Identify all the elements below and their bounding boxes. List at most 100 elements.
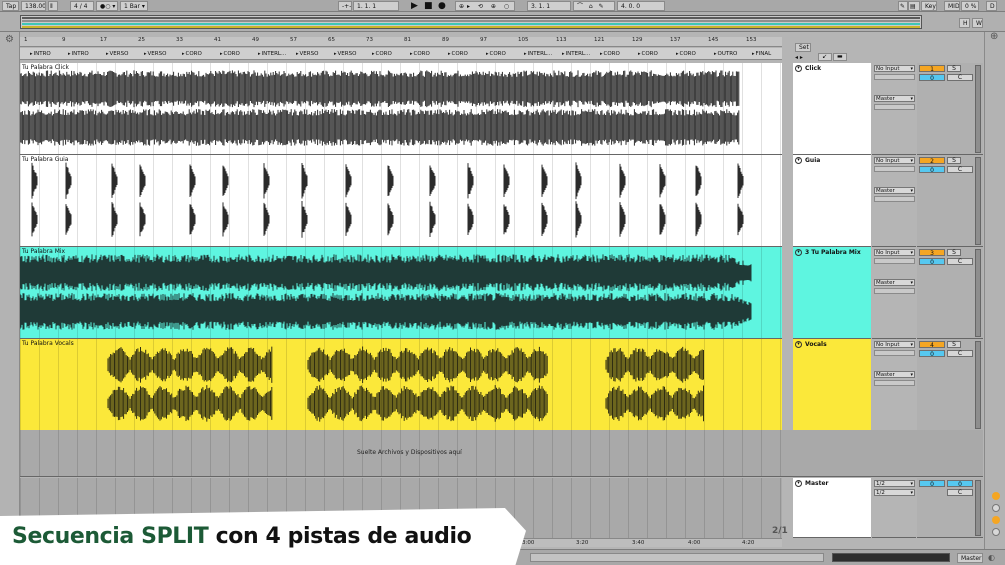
- locator-intro[interactable]: INTRO: [68, 50, 89, 58]
- metronome-button[interactable]: ●○ ▾: [96, 1, 118, 11]
- track-header-3[interactable]: ▾ 3 Tu Palabra Mix: [793, 247, 871, 339]
- locator-coro[interactable]: CORO: [676, 50, 696, 58]
- return-toggle-icon[interactable]: [992, 516, 1000, 524]
- input-channel-select[interactable]: [874, 258, 915, 264]
- overview-track[interactable]: [20, 15, 922, 29]
- output-channel-select[interactable]: [874, 288, 915, 294]
- fold-icon[interactable]: ▾: [795, 157, 802, 164]
- locator-coro[interactable]: CORO: [448, 50, 468, 58]
- input-channel-select[interactable]: [874, 74, 915, 80]
- locator-interl[interactable]: INTERL...: [524, 50, 553, 58]
- locator-coro[interactable]: CORO: [220, 50, 240, 58]
- loop-controls[interactable]: ⌒ ⌂ ✎: [573, 1, 615, 11]
- input-channel-select[interactable]: [874, 166, 915, 172]
- help-icon[interactable]: ◐: [988, 553, 995, 563]
- automation-controls[interactable]: ⊕▸ ⟲ ⊕ ○: [455, 1, 515, 11]
- key-map-button[interactable]: Key: [921, 1, 937, 11]
- quantize-menu[interactable]: 1 Bar ▾: [120, 1, 148, 11]
- output-select[interactable]: Master: [874, 371, 915, 378]
- master-value-b[interactable]: 0: [947, 480, 973, 488]
- master-input-1[interactable]: 1/2: [874, 480, 915, 487]
- locator-coro[interactable]: CORO: [182, 50, 202, 58]
- arrangement-overview[interactable]: H W: [0, 12, 1005, 32]
- locator-interl[interactable]: INTERL...: [258, 50, 287, 58]
- locator-intro[interactable]: INTRO: [30, 50, 51, 58]
- locator-coro[interactable]: CORO: [372, 50, 392, 58]
- input-select[interactable]: No Input: [874, 65, 915, 72]
- locator-verso[interactable]: VERSO: [144, 50, 167, 58]
- input-channel-select[interactable]: [874, 350, 915, 356]
- cue-button[interactable]: C: [947, 166, 973, 173]
- input-select[interactable]: No Input: [874, 157, 915, 164]
- track-activator[interactable]: 1: [919, 65, 945, 73]
- tempo-field[interactable]: 138.00: [21, 1, 46, 11]
- clip-lane-1[interactable]: Tu Palabra Click: [20, 63, 782, 155]
- track-name[interactable]: 3 Tu Palabra Mix: [805, 249, 861, 256]
- locator-final[interactable]: FINAL: [752, 50, 772, 58]
- loop-length-field[interactable]: 4. 0. 0: [617, 1, 665, 11]
- stop-icon[interactable]: ■: [424, 1, 433, 11]
- locator-coro[interactable]: CORO: [638, 50, 658, 58]
- time-signature-field[interactable]: 4 / 4: [70, 1, 94, 11]
- locator-verso[interactable]: VERSO: [106, 50, 129, 58]
- h-button[interactable]: H: [959, 18, 970, 28]
- locator-coro[interactable]: CORO: [410, 50, 430, 58]
- draw-icon[interactable]: ↙: [818, 53, 832, 61]
- cue-button[interactable]: C: [947, 258, 973, 265]
- output-channel-select[interactable]: [874, 196, 915, 202]
- w-button[interactable]: W: [972, 18, 983, 28]
- track-name[interactable]: Vocals: [805, 341, 827, 348]
- solo-button[interactable]: S: [947, 341, 961, 348]
- track-header-2[interactable]: ▾ Guia: [793, 155, 871, 247]
- fold-icon[interactable]: ▾: [795, 65, 802, 72]
- master-cue-button[interactable]: C: [947, 489, 973, 496]
- cue-button[interactable]: C: [947, 350, 973, 357]
- track-activator[interactable]: 4: [919, 341, 945, 349]
- track-activator[interactable]: 2: [919, 157, 945, 165]
- drop-area[interactable]: Suelte Archivos y Dispositivos aquí: [20, 430, 983, 477]
- locator-nav-icon[interactable]: ◂ ▸: [795, 53, 803, 63]
- input-select[interactable]: No Input: [874, 341, 915, 348]
- midi-map-button[interactable]: MIDI: [944, 1, 960, 11]
- set-locator-button[interactable]: Set: [795, 43, 811, 52]
- locator-coro[interactable]: CORO: [486, 50, 506, 58]
- track-header-1[interactable]: ▾ Click: [793, 63, 871, 155]
- solo-button[interactable]: S: [947, 249, 961, 256]
- master-value-a[interactable]: 0: [919, 480, 945, 488]
- locator-lane[interactable]: INTRO INTRO VERSO VERSO CORO CORO INTERL... VER…: [20, 48, 782, 60]
- output-select[interactable]: Master: [874, 187, 915, 194]
- locator-coro[interactable]: CORO: [600, 50, 620, 58]
- locator-verso[interactable]: VERSO: [334, 50, 357, 58]
- loop-start-field[interactable]: 3. 1. 1: [527, 1, 571, 11]
- solo-button[interactable]: S: [947, 157, 961, 164]
- play-icon[interactable]: ▶: [411, 1, 418, 11]
- clip-lane-4[interactable]: Tu Palabra Vocals: [20, 339, 782, 431]
- vertical-scrollbar[interactable]: ⊕: [984, 32, 1005, 549]
- clip-lane-2[interactable]: Tu Palabra Guia: [20, 155, 782, 247]
- fold-icon[interactable]: ▾: [795, 341, 802, 348]
- track-value[interactable]: 0: [919, 166, 945, 174]
- cue-button[interactable]: C: [947, 74, 973, 81]
- horizontal-scrollbar[interactable]: [530, 553, 824, 562]
- track-value[interactable]: 0: [919, 350, 945, 358]
- master-input-2[interactable]: 1/2: [874, 489, 915, 496]
- locator-interl[interactable]: INTERL...: [562, 50, 591, 58]
- track-value[interactable]: 0: [919, 258, 945, 266]
- follow-icon[interactable]: -+-: [338, 1, 352, 11]
- master-track-button[interactable]: Master: [957, 553, 983, 563]
- sends-toggle-icon[interactable]: [992, 504, 1000, 512]
- locator-verso[interactable]: VERSO: [296, 50, 319, 58]
- arrangement-position-field[interactable]: 1. 1. 1: [353, 1, 399, 11]
- track-header-4[interactable]: ▾ Vocals: [793, 339, 871, 431]
- browse-icon[interactable]: ▤: [908, 1, 920, 11]
- pencil-icon[interactable]: ✎: [898, 1, 908, 11]
- master-header[interactable]: ▾ Master: [793, 478, 871, 538]
- fold-icon[interactable]: ▬: [833, 53, 847, 61]
- output-select[interactable]: Master: [874, 95, 915, 102]
- io-toggle-icon[interactable]: [992, 492, 1000, 500]
- clip-lane-3[interactable]: Tu Palabra Mix: [20, 247, 782, 339]
- output-select[interactable]: Master: [874, 279, 915, 286]
- settings-icon[interactable]: ⚙: [5, 35, 14, 45]
- track-activator[interactable]: 3: [919, 249, 945, 257]
- record-icon[interactable]: ●: [438, 1, 446, 11]
